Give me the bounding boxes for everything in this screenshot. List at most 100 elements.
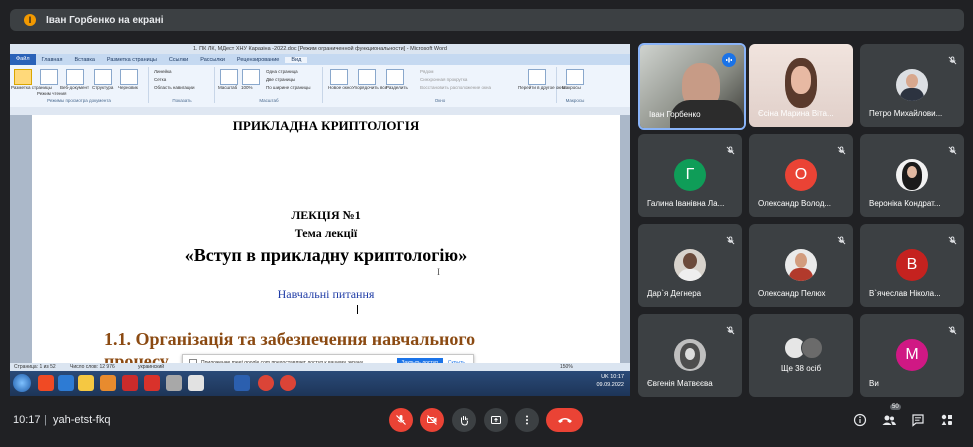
- participant-tile[interactable]: Іван Горбенко: [638, 43, 746, 130]
- meeting-code: yah-etst-fkq: [53, 414, 111, 426]
- participant-tile[interactable]: Петро Михайлови...: [860, 44, 964, 127]
- participant-tile-others[interactable]: Ще 38 осіб: [749, 314, 853, 397]
- present-button[interactable]: [484, 408, 508, 432]
- participant-tile[interactable]: Вероніка Кондрат...: [860, 134, 964, 217]
- windows-start-icon: [13, 374, 31, 392]
- tab-page-layout: Разметка страницы: [106, 56, 157, 63]
- ribbon-group-show: Линейка Сетка Область навигации Показать: [150, 67, 215, 103]
- ibeam-cursor-icon: I: [437, 267, 440, 277]
- participant-name: Галина Іванівна Ла...: [647, 199, 725, 208]
- participant-photo: [785, 249, 817, 281]
- activities-button[interactable]: [939, 412, 955, 428]
- word-status-bar: Страница: 1 из 52 Число слов: 12 976 укр…: [10, 363, 630, 371]
- macros-group-name: Макросы: [565, 98, 585, 103]
- switch-window-icon: [528, 69, 546, 85]
- arrange-label: Упорядочить все: [352, 85, 388, 90]
- participant-photo: [674, 339, 706, 371]
- participant-tile[interactable]: Дар`я Дегнера: [638, 224, 742, 307]
- slack-icon: [188, 375, 204, 391]
- document-page: ПРИКЛАДНА КРИПТОЛОГІЯ ЛЕКЦІЯ №1 Тема лек…: [32, 115, 620, 371]
- meeting-details-button[interactable]: [852, 412, 868, 428]
- mic-off-icon: [726, 322, 735, 335]
- ribbon-group-macros: Макросы Макросы: [558, 67, 592, 103]
- word-ribbon-tabs: Файл Главная Вставка Разметка страницы С…: [10, 54, 630, 65]
- zoom-group-name: Масштаб: [259, 98, 279, 103]
- meeting-controls-bar: 10:17 | yah-etst-fkq 50: [0, 400, 973, 447]
- chrome-icon-2: [280, 375, 296, 391]
- sync-scroll: Синхронная прокрутка: [420, 77, 468, 82]
- doc-lecture: ЛЕКЦІЯ №1: [291, 208, 361, 222]
- participant-name: Євгенія Матвєєва: [647, 379, 713, 388]
- reading-mode-icon: [40, 69, 58, 85]
- new-window-icon: [330, 69, 348, 85]
- mic-toggle-button[interactable]: [389, 408, 413, 432]
- print-layout-icon: [14, 69, 32, 85]
- tab-references: Ссылки: [168, 56, 189, 63]
- participant-photo: [896, 69, 928, 101]
- word-title-bar: 1. ПК ЛК, МДест ХНУ Каразіна -2022.doc […: [10, 44, 630, 54]
- participant-tile[interactable]: Олександр Пелюх: [749, 224, 853, 307]
- presenter-avatar: І: [24, 14, 36, 26]
- participant-name: Вероніка Кондрат...: [869, 199, 941, 208]
- zoom-label: Масштаб: [218, 85, 238, 90]
- web-layout-icon: [66, 69, 84, 85]
- participant-avatar: В: [896, 249, 928, 281]
- ribbon-group-zoom: Масштаб 100% Одна страница Две страницы …: [216, 67, 323, 103]
- zoom-100-icon: [242, 69, 260, 85]
- powerpoint-icon: [144, 375, 160, 391]
- camera-off-icon: [427, 415, 437, 425]
- mic-off-icon: [726, 232, 735, 245]
- more-options-button[interactable]: [515, 408, 539, 432]
- shared-screen: 1. ПК ЛК, МДест ХНУ Каразіна -2022.doc […: [10, 44, 630, 396]
- macros-icon: [566, 69, 584, 85]
- tray-date: 09.09.2022: [596, 382, 624, 388]
- chat-button[interactable]: [910, 412, 926, 428]
- participant-face: [791, 66, 811, 94]
- tab-insert: Вставка: [74, 56, 95, 63]
- leave-call-button[interactable]: [546, 408, 583, 432]
- zoom-100-label: 100%: [241, 85, 253, 90]
- text-caret: [357, 305, 358, 314]
- draft-icon: [120, 69, 138, 85]
- participant-name: Єсіна Марина Віта...: [758, 109, 834, 118]
- zoom-icon: [220, 69, 238, 85]
- people-button[interactable]: [881, 412, 897, 428]
- doc-topic: «Вступ в прикладну криптологію»: [184, 245, 468, 265]
- doc-questions: Навчальні питання: [277, 287, 375, 301]
- participant-tile[interactable]: О Олександр Волод...: [749, 134, 853, 217]
- mic-off-icon: [837, 232, 846, 245]
- participant-tile-self[interactable]: M Ви: [860, 314, 964, 397]
- view-label-print: Разметка страницы: [11, 85, 52, 90]
- participant-tile[interactable]: Євгенія Матвєєва: [638, 314, 742, 397]
- info-icon: [853, 413, 867, 427]
- clock: 10:17: [13, 414, 41, 426]
- tab-file: Файл: [10, 54, 36, 65]
- brave-icon: [38, 375, 54, 391]
- tab-review: Рецензирование: [236, 56, 280, 63]
- others-count: Ще 38 осіб: [780, 364, 822, 373]
- doc-section: 1.1. Організація та забезпечення навчаль…: [104, 329, 476, 349]
- present-screen-icon: [491, 416, 501, 424]
- more-vert-icon: [526, 415, 528, 425]
- split-icon: [386, 69, 404, 85]
- side-by-side: Рядом: [420, 69, 434, 74]
- macros-label: Макросы: [562, 85, 581, 90]
- hand-icon: [461, 416, 468, 426]
- participant-tile[interactable]: В В`ячеслав Нікола...: [860, 224, 964, 307]
- camera-toggle-button[interactable]: [420, 408, 444, 432]
- participant-tile[interactable]: Г Галина Іванівна Ла...: [638, 134, 742, 217]
- show-grid: Сетка: [154, 77, 167, 82]
- participant-name: Дар`я Дегнера: [647, 289, 702, 298]
- media-icon: [100, 375, 116, 391]
- raise-hand-button[interactable]: [452, 408, 476, 432]
- participant-tile[interactable]: Єсіна Марина Віта...: [749, 44, 853, 127]
- status-page: Страница: 1 из 52: [14, 364, 56, 370]
- ie-icon: [58, 375, 74, 391]
- participant-name: Петро Михайлови...: [869, 109, 943, 118]
- separator: |: [44, 414, 47, 426]
- view-label-draft: Черновик: [118, 85, 138, 90]
- chat-icon: [912, 414, 924, 427]
- chrome-icon: [258, 375, 274, 391]
- ribbon-group-views: Разметка страницы Режим чтения Веб-докум…: [10, 67, 149, 103]
- new-window-label: Новое окно: [328, 85, 352, 90]
